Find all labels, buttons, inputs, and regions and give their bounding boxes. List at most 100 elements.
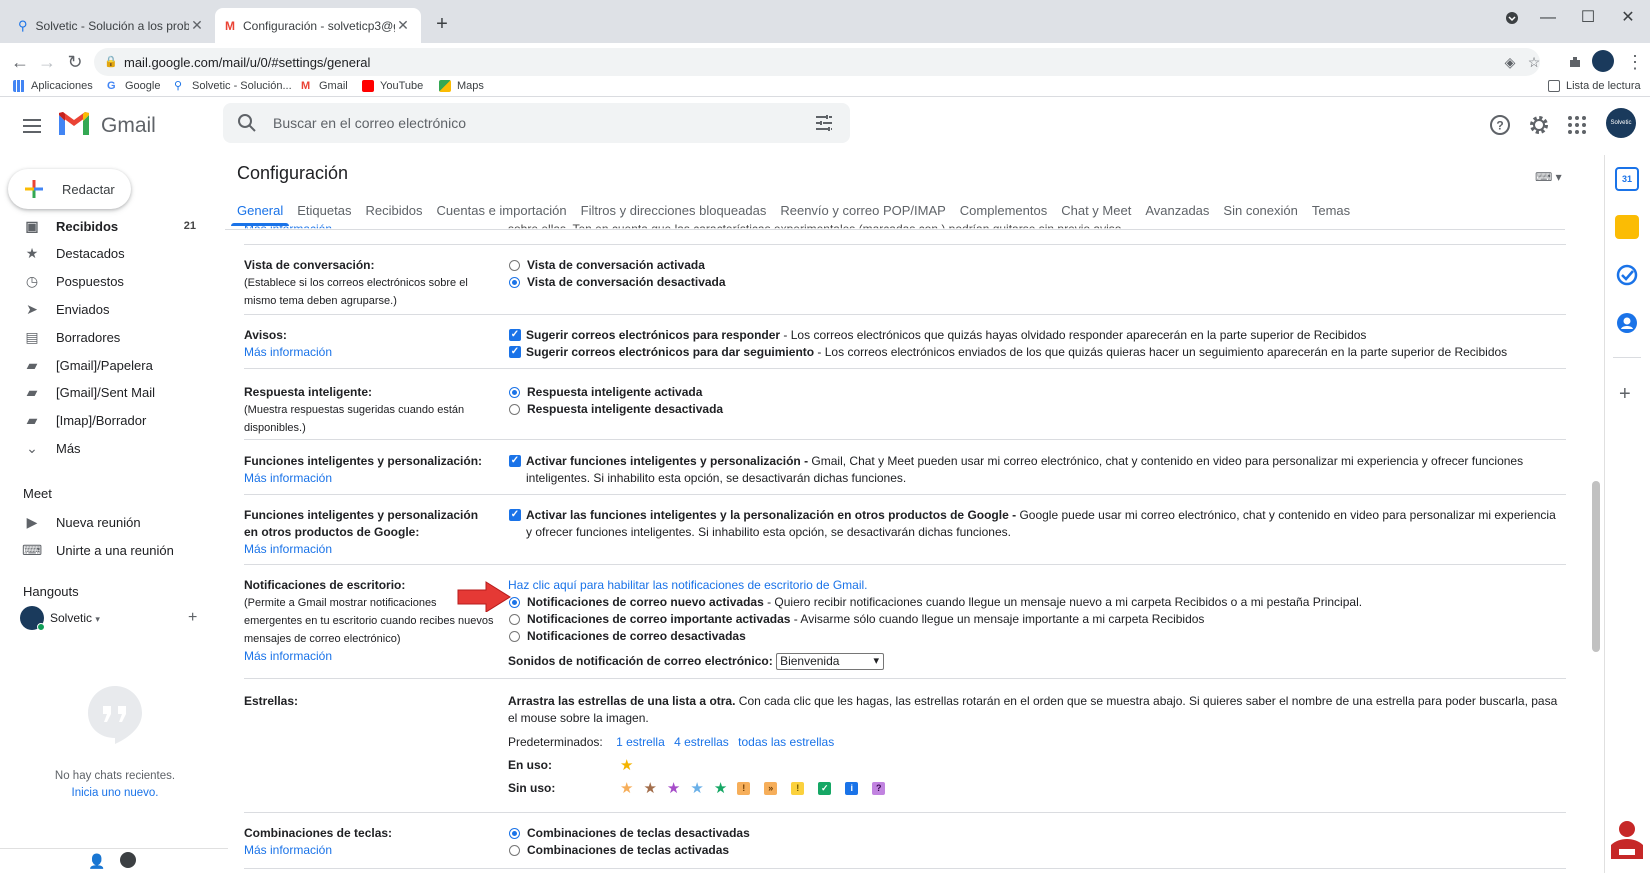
conversation-off-option[interactable]: Vista de conversación desactivada [508, 274, 1564, 291]
smart-features-option[interactable]: ✓ Activar funciones inteligentes y person… [508, 453, 1564, 487]
radio-button[interactable] [509, 387, 520, 398]
orange-guillemet-icon[interactable]: » [764, 782, 778, 795]
close-window-button[interactable]: ✕ [1614, 6, 1642, 30]
browser-tab-solvetic[interactable]: ⚲ Solvetic - Solución a los problem ✕ [8, 8, 215, 43]
more-info-link[interactable]: Más información [244, 842, 499, 859]
radio-button[interactable] [509, 828, 520, 839]
tab-avanzadas[interactable]: Avanzadas [1145, 203, 1209, 229]
bookmark-maps[interactable]: Maps [439, 80, 484, 92]
hangouts-chat-icon[interactable] [120, 852, 136, 868]
notif-important-mail-option[interactable]: Notificaciones de correo importante acti… [508, 611, 1564, 628]
gmail-logo-icon[interactable] [57, 111, 91, 137]
forward-button[interactable]: → [34, 49, 60, 75]
sidebar-item-pospuestos[interactable]: ◷ Pospuestos [0, 268, 208, 296]
new-tab-button[interactable]: + [430, 12, 454, 36]
start-new-chat-link[interactable]: Inicia uno nuevo. [30, 787, 200, 799]
main-menu-icon[interactable] [20, 114, 44, 138]
tasks-icon[interactable] [1615, 263, 1639, 287]
tab-recibidos[interactable]: Recibidos [365, 203, 422, 229]
purple-star-icon[interactable]: ★ [667, 780, 680, 797]
shortcuts-on-option[interactable]: Combinaciones de teclas activadas [508, 842, 1564, 859]
orange-star-icon[interactable]: ★ [620, 780, 633, 797]
smart-reply-on-option[interactable]: Respuesta inteligente activada [508, 384, 1564, 401]
tab-sin-conexi-n[interactable]: Sin conexión [1223, 203, 1297, 229]
sidebar-item-enviados[interactable]: ➤ Enviados [0, 295, 208, 323]
sidebar-item-recibidos[interactable]: ▣ Recibidos 21 [0, 212, 208, 240]
green-star-icon[interactable]: ★ [714, 780, 727, 797]
main-scrollbar[interactable] [1592, 481, 1600, 652]
more-info-link[interactable]: Más información [244, 470, 499, 487]
checkbox-checked[interactable]: ✓ [509, 509, 521, 521]
purple-question-icon[interactable]: ? [872, 782, 886, 795]
search-bar[interactable]: Buscar en el correo electrónico [223, 103, 850, 143]
bookmark-star-icon[interactable]: ☆ [1524, 52, 1544, 72]
bookmark-youtube[interactable]: YouTube [362, 80, 423, 92]
close-tab-icon[interactable]: ✕ [395, 17, 411, 34]
enable-notifications-link[interactable]: Haz clic aquí para habilitar las notific… [508, 577, 1564, 594]
search-input[interactable]: Buscar en el correo electrónico [273, 115, 466, 131]
settings-gear-icon[interactable] [1527, 113, 1551, 137]
preset-1-star-link[interactable]: 1 estrella [616, 735, 665, 749]
reload-button[interactable]: ↻ [62, 49, 88, 75]
keep-icon[interactable] [1615, 215, 1639, 239]
red-bang-icon[interactable]: ! [737, 782, 751, 795]
bookmark-solvetic[interactable]: ⚲ Solvetic - Solución... [174, 80, 292, 92]
calendar-icon[interactable]: 31 [1615, 167, 1639, 191]
nudge-reply-option[interactable]: ✓ Sugerir correos electrónicos para respo… [508, 327, 1564, 344]
radio-button[interactable] [509, 614, 520, 625]
yellow-star-icon[interactable]: ★ [620, 757, 633, 774]
nudge-followup-option[interactable]: ✓ Sugerir correos electrónicos para dar s… [508, 344, 1564, 361]
extensions-icon[interactable] [1562, 49, 1588, 75]
notif-new-mail-option[interactable]: Notificaciones de correo nuevo activadas… [508, 594, 1564, 611]
install-app-icon[interactable]: ◈ [1500, 52, 1520, 72]
green-check-icon[interactable]: ✓ [818, 782, 832, 795]
profile-avatar[interactable] [1592, 50, 1614, 72]
browser-menu-icon[interactable]: ⋮ [1622, 49, 1648, 75]
contacts-icon[interactable] [1615, 311, 1639, 335]
google-apps-icon[interactable] [1565, 113, 1589, 137]
smart-other-option[interactable]: ✓ Activar las funciones inteligentes y la… [508, 507, 1564, 541]
hangouts-user-avatar[interactable] [20, 606, 45, 631]
blue-star-icon[interactable]: ★ [690, 780, 703, 797]
sidebar-item-imap-borrador[interactable]: ▰ [Imap]/Borrador [0, 407, 208, 435]
add-chat-icon[interactable]: + [188, 609, 197, 627]
preset-all-stars-link[interactable]: todas las estrellas [738, 735, 834, 749]
smart-reply-off-option[interactable]: Respuesta inteligente desactivada [508, 401, 1564, 418]
search-icon[interactable] [237, 113, 257, 133]
radio-button[interactable] [509, 845, 520, 856]
radio-button[interactable] [509, 277, 520, 288]
lock-icon[interactable]: 🔒 [104, 55, 118, 68]
back-button[interactable]: ← [7, 49, 33, 75]
radio-button[interactable] [509, 260, 520, 271]
compose-button[interactable]: Redactar [8, 169, 131, 209]
tab-temas[interactable]: Temas [1312, 203, 1350, 229]
bookmark-gmail[interactable]: M Gmail [301, 80, 348, 92]
radio-button[interactable] [509, 404, 520, 415]
red-star-icon[interactable]: ★ [643, 780, 656, 797]
contacts-person-icon[interactable]: 👤 [88, 853, 105, 870]
sidebar-item-destacados[interactable]: ★ Destacados [0, 240, 208, 268]
tab-search-icon[interactable] [1498, 6, 1526, 30]
reading-list[interactable]: Lista de lectura [1548, 80, 1641, 92]
preset-4-stars-link[interactable]: 4 estrellas [674, 735, 729, 749]
checkbox-checked[interactable]: ✓ [509, 455, 521, 467]
keyboard-input-icon[interactable]: ⌨ ▾ [1535, 170, 1562, 184]
notif-off-option[interactable]: Notificaciones de correo desactivadas [508, 628, 1564, 645]
maximize-window-button[interactable]: ☐ [1574, 6, 1602, 30]
browser-tab-gmail[interactable]: M Configuración - solveticp3@gma ✕ [215, 8, 421, 43]
nav-new-meeting[interactable]: ▶ Nueva reunión [0, 508, 208, 536]
blue-info-icon[interactable]: i [845, 782, 859, 795]
search-options-icon[interactable] [814, 113, 834, 133]
checkbox-checked[interactable]: ✓ [509, 329, 521, 341]
checkbox-checked[interactable]: ✓ [509, 346, 521, 358]
shortcuts-off-option[interactable]: Combinaciones de teclas desactivadas [508, 825, 1564, 842]
notification-sound-select[interactable]: Bienvenida [776, 653, 885, 671]
sidebar-item-gmail-sent-mail[interactable]: ▰ [Gmail]/Sent Mail [0, 379, 208, 407]
nav-join-meeting[interactable]: ⌨ Unirte a una reunión [0, 536, 208, 564]
more-info-link[interactable]: Más información [244, 541, 494, 558]
yellow-bang-icon[interactable]: ! [791, 782, 805, 795]
conversation-on-option[interactable]: Vista de conversación activada [508, 257, 1564, 274]
bookmark-apps[interactable]: Aplicaciones [13, 80, 93, 92]
close-tab-icon[interactable]: ✕ [189, 17, 205, 34]
sidebar-item-m-s[interactable]: ⌄ Más [0, 434, 208, 462]
